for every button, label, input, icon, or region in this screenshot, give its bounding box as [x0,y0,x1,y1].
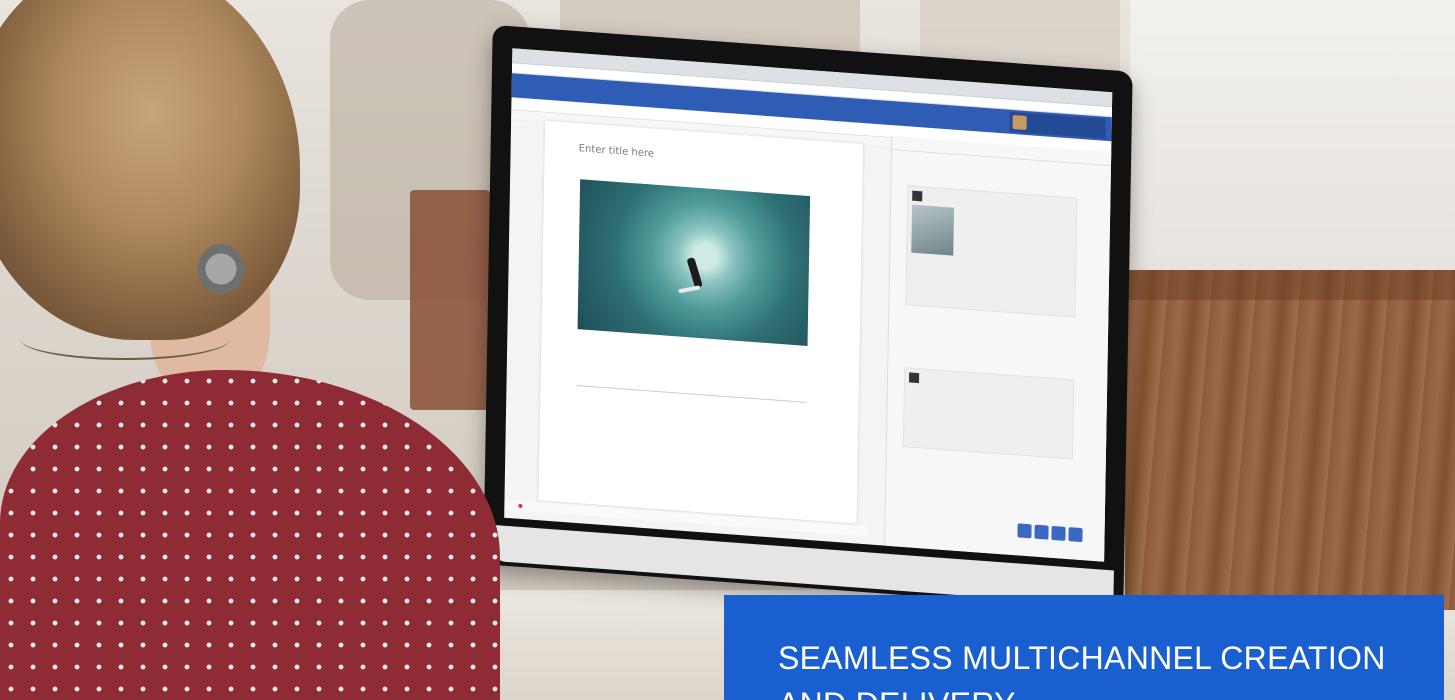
photo-scene: Enter title here SEAMLESS MULTICHANNEL C… [0,0,1455,700]
document-body-text [577,343,807,360]
necklace [20,318,230,360]
post-thumbnail [911,204,955,256]
app-header-tabs [512,85,528,86]
social-post-card [905,185,1078,318]
share-buttons [1017,523,1083,543]
share-icon [1017,523,1032,539]
document-divider [576,385,807,403]
user-box [1009,111,1106,139]
background-shelf [410,190,490,410]
document-editor: Enter title here [538,120,864,524]
share-icon [1034,524,1049,540]
status-item-alert [518,503,524,508]
monitor-screen: Enter title here [504,48,1113,562]
share-icon [1051,525,1066,541]
alert-dot-icon [518,503,523,508]
polka-dot-shirt [0,370,500,700]
wooden-desk-divider [1125,270,1455,610]
person-hair [0,0,300,340]
share-icon [1068,527,1083,543]
surfer-figure [686,257,703,289]
social-sidebar [884,136,1113,562]
article-photo-surfer [577,179,811,346]
post-text [909,382,1069,394]
publisher-logo-icon [912,190,923,202]
computer-monitor: Enter title here [483,24,1133,612]
banner-heading: SEAMLESS MULTICHANNEL CREATION AND DELIV… [778,640,1386,700]
publisher-logo-icon [908,372,920,384]
avatar [1012,114,1027,131]
document-title-placeholder: Enter title here [578,143,655,160]
surfboard [678,285,701,294]
wooden-divider-shadow [1125,270,1455,300]
social-post-card [902,367,1075,460]
headline-banner: SEAMLESS MULTICHANNEL CREATION AND DELIV… [724,595,1444,700]
earring [198,244,244,294]
